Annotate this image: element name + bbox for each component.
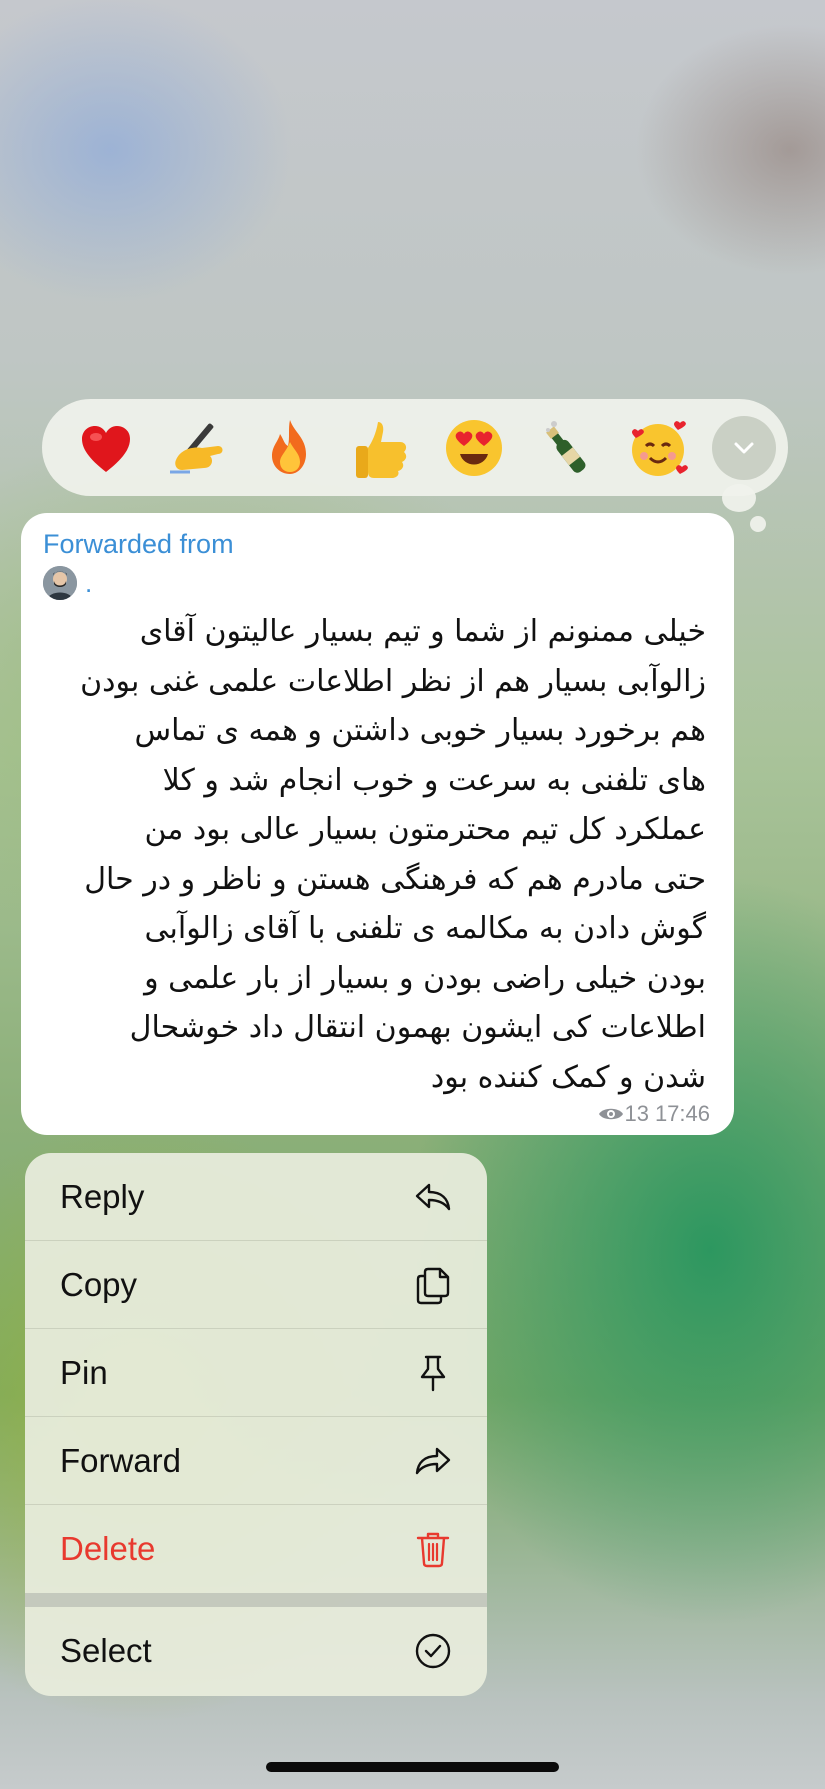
message-line: زالوآبی بسیار هم از نظر اطلاعات علمی غنی…	[80, 663, 706, 699]
smiling-face-with-hearts-icon	[632, 420, 688, 476]
message-line: حتی مادرم هم که فرهنگی هستن و ناظر و در …	[84, 861, 706, 897]
reaction-bar-tail	[722, 484, 756, 512]
menu-item-label: Pin	[60, 1353, 108, 1391]
menu-separator	[25, 1593, 487, 1607]
message-line: عملکرد کل تیم محترمتون بسیار عالی بود من	[144, 812, 706, 847]
message-meta: 13 17:46	[598, 1101, 710, 1127]
menu-item-select[interactable]: Select	[25, 1607, 487, 1695]
heart-eyes-icon	[446, 419, 502, 476]
reaction-champagne[interactable]	[520, 402, 612, 494]
eye-icon	[599, 1108, 624, 1120]
reply-icon	[413, 1177, 453, 1217]
reaction-smiling-face-with-hearts[interactable]	[612, 402, 704, 494]
reaction-writing-hand[interactable]	[152, 402, 244, 494]
champagne-bottle-icon	[546, 420, 586, 473]
menu-item-pin[interactable]: Pin	[25, 1329, 487, 1417]
message-line: بودن خیلی راضی بودن و بسیار از بار علمی …	[144, 960, 706, 996]
avatar-person-icon	[43, 566, 77, 600]
message-line: اطلاعات کی ایشون بهمون انتقال داد خوشحال	[129, 1010, 706, 1045]
fire-icon	[272, 419, 306, 474]
message-line: هم برخورد بسیار خوبی داشتن و همه ی تماس	[134, 713, 706, 748]
red-heart-icon	[82, 425, 130, 472]
writing-hand-icon	[170, 423, 223, 473]
message-time: 17:46	[654, 1101, 710, 1126]
menu-item-reply[interactable]: Reply	[25, 1153, 487, 1241]
check-circle-icon	[413, 1631, 453, 1671]
message-line: گوش دادن به مکالمه ی تلفنی با آقای زالوآ…	[144, 911, 707, 946]
reaction-bar-tail-dot	[750, 516, 766, 532]
message-line: خیلی ممنونم از شما و تیم بسیار عالیتون آ…	[139, 614, 706, 649]
reaction-red-heart[interactable]	[60, 402, 152, 494]
avatar[interactable]	[43, 566, 77, 600]
forwarded-source[interactable]: .	[43, 563, 716, 603]
message-bubble: Forwarded from . خیلی ممنونم از شما و تی…	[21, 513, 734, 1135]
reaction-bar	[42, 399, 788, 496]
forwarded-source-name: .	[85, 568, 93, 598]
message-line: های تلفنی به سرعت و خوب انجام شد و کلا	[162, 762, 706, 798]
forward-icon	[413, 1441, 453, 1481]
menu-item-label: Forward	[60, 1441, 182, 1479]
menu-item-forward[interactable]: Forward	[25, 1417, 487, 1505]
message-line: شدن و کمک کننده بود	[430, 1059, 706, 1095]
view-count: 13	[624, 1101, 649, 1126]
reaction-thumbs-up[interactable]	[336, 402, 428, 494]
menu-item-copy[interactable]: Copy	[25, 1241, 487, 1329]
forwarded-from-label: Forwarded from	[43, 529, 234, 559]
menu-item-label: Select	[60, 1632, 152, 1669]
expand-reactions-button[interactable]	[712, 415, 776, 480]
trash-icon	[413, 1529, 453, 1569]
copy-icon	[413, 1265, 453, 1305]
thumbs-up-icon	[356, 421, 407, 478]
context-menu: Reply Copy Pin Forward Delete Select	[25, 1153, 487, 1696]
home-indicator[interactable]	[266, 1762, 559, 1772]
pin-icon	[413, 1353, 453, 1393]
reaction-heart-eyes[interactable]	[428, 402, 520, 494]
menu-item-delete[interactable]: Delete	[25, 1505, 487, 1593]
message-text: خیلی ممنونم از شما و تیم بسیار عالیتون آ…	[43, 607, 716, 1102]
menu-item-label: Delete	[60, 1530, 156, 1567]
menu-item-label: Copy	[60, 1265, 138, 1303]
reaction-fire[interactable]	[244, 402, 336, 494]
chevron-down-icon	[734, 442, 754, 453]
menu-item-label: Reply	[60, 1177, 145, 1215]
